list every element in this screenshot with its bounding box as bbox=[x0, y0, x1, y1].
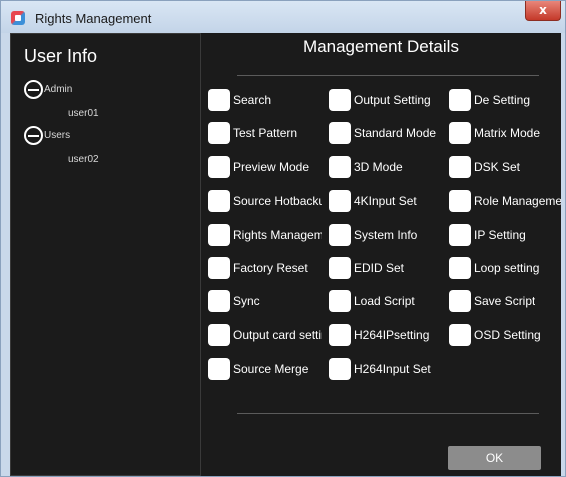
bottom-divider bbox=[237, 413, 539, 414]
checkbox-label: IP Setting bbox=[474, 228, 526, 242]
permission-source-merge[interactable]: Source Merge bbox=[208, 357, 322, 381]
permission-search[interactable]: Search bbox=[208, 88, 322, 112]
checkbox[interactable] bbox=[208, 122, 230, 144]
checkbox-label: Role Management bbox=[474, 194, 561, 208]
checkbox[interactable] bbox=[208, 89, 230, 111]
rights-management-window: Rights Management x User Info Admin user… bbox=[0, 0, 566, 477]
checkbox[interactable] bbox=[449, 190, 471, 212]
checkbox-label: Output card setting bbox=[233, 328, 322, 342]
checkbox-label: Output Setting bbox=[354, 93, 431, 107]
permission-role-management[interactable]: Role Management bbox=[449, 189, 561, 213]
permission-matrix-mode[interactable]: Matrix Mode bbox=[449, 121, 561, 145]
checkbox[interactable] bbox=[329, 257, 351, 279]
user-info-panel: User Info Admin user01 Users user02 bbox=[10, 33, 201, 476]
checkbox-label: Factory Reset bbox=[233, 261, 308, 275]
checkbox-label: Load Script bbox=[354, 294, 415, 308]
tree-user-item[interactable]: user02 bbox=[68, 154, 99, 165]
checkbox[interactable] bbox=[208, 290, 230, 312]
dialog-content: User Info Admin user01 Users user02 Mana… bbox=[10, 33, 561, 476]
checkbox[interactable] bbox=[208, 190, 230, 212]
checkbox[interactable] bbox=[329, 190, 351, 212]
ok-button[interactable]: OK bbox=[448, 446, 541, 470]
user-info-title: User Info bbox=[24, 46, 98, 66]
permission-h264input-set[interactable]: H264Input Set bbox=[329, 357, 443, 381]
checkbox[interactable] bbox=[208, 257, 230, 279]
checkbox[interactable] bbox=[449, 89, 471, 111]
permission-ip-setting[interactable]: IP Setting bbox=[449, 223, 561, 247]
tree-group-users[interactable]: Users bbox=[24, 126, 70, 145]
checkbox[interactable] bbox=[208, 324, 230, 346]
checkbox[interactable] bbox=[329, 358, 351, 380]
permission-output-setting[interactable]: Output Setting bbox=[329, 88, 443, 112]
checkbox-label: Test Pattern bbox=[233, 126, 298, 140]
close-button[interactable]: x bbox=[525, 1, 561, 21]
top-divider bbox=[237, 75, 539, 76]
permission-sync[interactable]: Sync bbox=[208, 289, 322, 313]
permission-save-script[interactable]: Save Script bbox=[449, 289, 561, 313]
collapse-icon[interactable] bbox=[24, 126, 43, 145]
checkbox-label: Sync bbox=[233, 294, 260, 308]
checkbox-label: EDID Set bbox=[354, 261, 405, 275]
permission-standard-mode[interactable]: Standard Mode bbox=[329, 121, 443, 145]
checkbox-label: Source Merge bbox=[233, 362, 309, 376]
checkbox[interactable] bbox=[449, 156, 471, 178]
checkbox[interactable] bbox=[208, 358, 230, 380]
checkbox[interactable] bbox=[449, 122, 471, 144]
checkbox-label: De Setting bbox=[474, 93, 531, 107]
tree-group-label: Users bbox=[44, 130, 71, 141]
management-details-title: Management Details bbox=[303, 37, 459, 56]
checkbox-label: Rights Management bbox=[233, 228, 322, 242]
permission-4kinput-set[interactable]: 4KInput Set bbox=[329, 189, 443, 213]
checkbox[interactable] bbox=[329, 324, 351, 346]
app-icon bbox=[11, 11, 25, 25]
checkbox[interactable] bbox=[208, 156, 230, 178]
permission-source-hotbackup[interactable]: Source Hotbackup bbox=[208, 189, 322, 213]
permission-dsk-set[interactable]: DSK Set bbox=[449, 155, 561, 179]
permission-loop-setting[interactable]: Loop setting bbox=[449, 256, 561, 280]
window-title: Rights Management bbox=[35, 11, 152, 26]
permission-factory-reset[interactable]: Factory Reset bbox=[208, 256, 322, 280]
checkbox-label: OSD Setting bbox=[474, 328, 541, 342]
permission-3d-mode[interactable]: 3D Mode bbox=[329, 155, 443, 179]
checkbox-label: 4KInput Set bbox=[354, 194, 417, 208]
title-bar[interactable]: Rights Management x bbox=[1, 1, 565, 33]
checkbox[interactable] bbox=[329, 122, 351, 144]
permission-test-pattern[interactable]: Test Pattern bbox=[208, 121, 322, 145]
checkbox-label: H264Input Set bbox=[354, 362, 431, 376]
checkbox[interactable] bbox=[449, 224, 471, 246]
tree-group-admin[interactable]: Admin bbox=[24, 80, 72, 99]
permission-h264ipsetting[interactable]: H264IPsetting bbox=[329, 323, 443, 347]
permission-load-script[interactable]: Load Script bbox=[329, 289, 443, 313]
checkbox-label: Source Hotbackup bbox=[233, 194, 322, 208]
checkbox-label: 3D Mode bbox=[354, 160, 403, 174]
checkbox-label: Loop setting bbox=[474, 261, 540, 275]
checkbox[interactable] bbox=[208, 224, 230, 246]
management-details-panel: Management Details Search Output Setting… bbox=[201, 33, 561, 476]
checkbox[interactable] bbox=[329, 89, 351, 111]
tree-group-label: Admin bbox=[44, 84, 73, 95]
permission-edid-set[interactable]: EDID Set bbox=[329, 256, 443, 280]
checkbox-label: H264IPsetting bbox=[354, 328, 430, 342]
checkbox[interactable] bbox=[329, 290, 351, 312]
checkbox[interactable] bbox=[449, 324, 471, 346]
permission-system-info[interactable]: System Info bbox=[329, 223, 443, 247]
tree-user-item[interactable]: user01 bbox=[68, 108, 99, 119]
checkbox-label: System Info bbox=[354, 228, 418, 242]
checkbox-label: Standard Mode bbox=[354, 126, 437, 140]
checkbox-label: Preview Mode bbox=[233, 160, 310, 174]
checkbox[interactable] bbox=[449, 257, 471, 279]
permission-output-card-setting[interactable]: Output card setting bbox=[208, 323, 322, 347]
permission-de-setting[interactable]: De Setting bbox=[449, 88, 561, 112]
checkbox-label: DSK Set bbox=[474, 160, 521, 174]
checkbox[interactable] bbox=[449, 290, 471, 312]
checkbox-label: Matrix Mode bbox=[474, 126, 541, 140]
checkbox[interactable] bbox=[329, 156, 351, 178]
permission-osd-setting[interactable]: OSD Setting bbox=[449, 323, 561, 347]
collapse-icon[interactable] bbox=[24, 80, 43, 99]
checkbox[interactable] bbox=[329, 224, 351, 246]
permission-rights-management[interactable]: Rights Management bbox=[208, 223, 322, 247]
checkbox-label: Search bbox=[233, 93, 272, 107]
checkbox-label: Save Script bbox=[474, 294, 536, 308]
permission-preview-mode[interactable]: Preview Mode bbox=[208, 155, 322, 179]
